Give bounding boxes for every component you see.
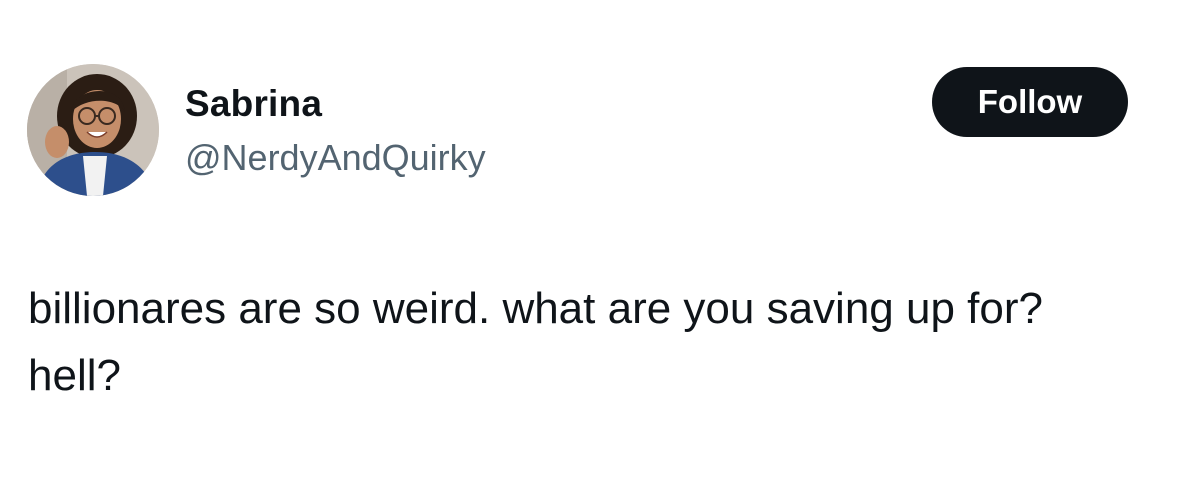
tweet-text: billionares are so weird. what are you s… xyxy=(28,284,1056,400)
author-display-name[interactable]: Sabrina xyxy=(185,82,322,126)
tweet-card: Sabrina @NerdyAndQuirky Follow billionar… xyxy=(0,0,1179,477)
avatar-photo-icon xyxy=(27,64,159,196)
author-avatar[interactable] xyxy=(27,64,159,196)
author-handle[interactable]: @NerdyAndQuirky xyxy=(185,136,486,180)
follow-button[interactable]: Follow xyxy=(932,67,1128,137)
